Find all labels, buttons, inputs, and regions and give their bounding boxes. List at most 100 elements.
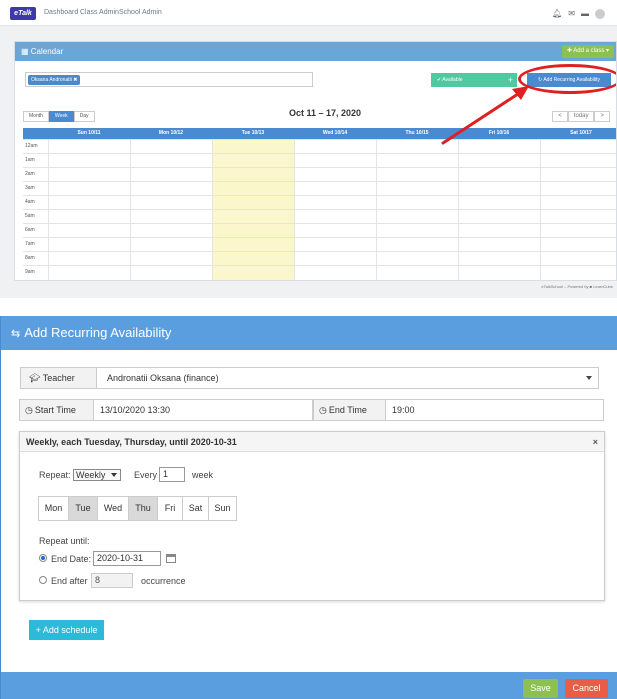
add-recurring-availability-modal: ⇆ Add Recurring Availability 🎓︎ Teacher A… [0, 316, 617, 699]
highlight-ellipse [518, 64, 616, 94]
every-interval-input[interactable]: 1 [159, 467, 185, 482]
bell-icon[interactable]: 🔔︎ [552, 10, 562, 18]
weekday-button-wed[interactable]: Wed [97, 496, 129, 521]
view-week-button[interactable]: Week [48, 111, 74, 122]
screenshot-root: eTalk Dashboard Class Admin School Admin… [0, 0, 617, 699]
time-label: 12am [25, 143, 38, 149]
envelope-icon[interactable]: ✉ [568, 10, 575, 18]
calendar-page: ▦ Calendar ✚ Add a class ▾ Oksana Andron… [0, 26, 617, 298]
repeat-icon: ⇆ [11, 328, 21, 340]
calendar-title: Calendar [30, 47, 64, 56]
weekday-button-tue[interactable]: Tue [68, 496, 98, 521]
day-header[interactable]: Sun 10/11 [48, 128, 130, 139]
time-label: 6am [25, 227, 35, 233]
time-slot-row[interactable]: 4am [23, 195, 616, 209]
weekday-button-fri[interactable]: Fri [157, 496, 183, 521]
powered-by-text: eTalkSchool – Powered by ■ LearnCube [541, 284, 613, 289]
time-label: 9am [25, 269, 35, 275]
calendar-icon: ▦ [21, 47, 31, 56]
save-button[interactable]: Save [523, 679, 558, 698]
day-header[interactable]: Mon 10/12 [130, 128, 212, 139]
calendar-picker-icon[interactable] [166, 554, 176, 563]
etalk-logo[interactable]: eTalk [10, 7, 36, 20]
day-header[interactable]: Thu 10/15 [376, 128, 458, 139]
time-slot-row[interactable]: 8am [23, 251, 616, 265]
time-slot-row[interactable]: 3am [23, 181, 616, 195]
nav-school-admin[interactable]: School Admin [119, 9, 162, 16]
start-time-label-text: Start Time [34, 405, 76, 415]
time-slot-row[interactable]: 2am [23, 167, 616, 181]
end-time-value: 19:00 [392, 405, 415, 415]
repeat-label: Repeat: [39, 470, 71, 480]
teacher-filter-input[interactable]: Oksana Andronatii ✖ [25, 72, 313, 87]
graduation-cap-icon: 🎓︎ [29, 373, 43, 383]
end-after-label: End after [51, 576, 88, 586]
end-time-field[interactable]: ◷ End Time 19:00 [313, 399, 604, 421]
view-month-button[interactable]: Month [23, 111, 49, 122]
time-label: 3am [25, 185, 35, 191]
end-time-label: ◷ End Time [314, 400, 386, 420]
time-label: 4am [25, 199, 35, 205]
week-grid: Sun 10/11 Mon 10/12 Tue 10/13 Wed 10/14 Thu … [23, 128, 616, 280]
close-icon[interactable]: × [593, 432, 598, 452]
modal-footer: Save Cancel [1, 672, 617, 699]
end-time-label-text: End Time [328, 405, 367, 415]
end-date-radio[interactable] [39, 554, 47, 562]
teacher-value: Andronatii Oksana (finance) [107, 373, 219, 383]
every-unit-label: week [192, 470, 214, 480]
add-schedule-button[interactable]: + Add schedule [29, 620, 104, 640]
nav-class-admin[interactable]: Class Admin [80, 9, 119, 16]
every-label: Every [134, 470, 158, 480]
calendar-nav: < today > [552, 111, 610, 122]
teacher-select[interactable]: 🎓︎ Teacher Andronatii Oksana (finance) [20, 367, 599, 389]
weekday-button-sun[interactable]: Sun [208, 496, 237, 521]
day-header[interactable]: Tue 10/13 [212, 128, 294, 139]
occurrence-label: occurrence [141, 576, 186, 586]
available-plus-icon[interactable]: + [508, 73, 513, 87]
calendar-panel: ▦ Calendar ✚ Add a class ▾ Oksana Andron… [14, 41, 617, 281]
weekday-button-mon[interactable]: Mon [38, 496, 69, 521]
top-navbar: eTalk Dashboard Class Admin School Admin… [0, 0, 617, 26]
time-slot-row[interactable]: 1am [23, 153, 616, 167]
day-header[interactable]: Wed 10/14 [294, 128, 376, 139]
chevron-down-icon [111, 473, 117, 477]
add-class-button[interactable]: ✚ Add a class ▾ [561, 45, 614, 58]
time-label: 5am [25, 213, 35, 219]
weekday-button-sat[interactable]: Sat [182, 496, 209, 521]
time-slot-row[interactable]: 6am [23, 223, 616, 237]
start-time-label: ◷ Start Time [20, 400, 94, 420]
repeat-frequency-value: Weekly [76, 470, 106, 480]
clock-icon: ◷ [319, 405, 327, 415]
calendar-panel-header: ▦ Calendar ✚ Add a class ▾ [15, 42, 616, 61]
today-button[interactable]: today [567, 111, 595, 122]
avatar[interactable] [595, 9, 605, 19]
clock-icon: ◷ [25, 405, 33, 415]
recurrence-summary: Weekly, each Tuesday, Thursday, until 20… [20, 432, 604, 452]
next-week-button[interactable]: > [594, 111, 610, 122]
chevron-down-icon[interactable] [586, 376, 592, 380]
cancel-button[interactable]: Cancel [565, 679, 608, 698]
day-header[interactable]: Sat 10/17 [540, 128, 616, 139]
card-icon[interactable]: ▬ [581, 10, 589, 18]
time-slot-row[interactable]: 5am [23, 209, 616, 223]
recurrence-panel: Weekly, each Tuesday, Thursday, until 20… [19, 431, 605, 601]
end-after-input[interactable]: 8 [91, 573, 133, 588]
end-after-radio[interactable] [39, 576, 47, 584]
start-time-value: 13/10/2020 13:30 [100, 405, 171, 415]
day-header[interactable]: Fri 10/16 [458, 128, 540, 139]
time-slot-row[interactable]: 9am [23, 265, 616, 279]
teacher-filter-tag[interactable]: Oksana Andronatii ✖ [28, 75, 81, 85]
repeat-frequency-select[interactable]: Weekly [73, 469, 121, 481]
available-button[interactable]: ✔ Available + [431, 73, 517, 87]
time-label: 1am [25, 157, 35, 163]
prev-week-button[interactable]: < [552, 111, 568, 122]
nav-dashboard[interactable]: Dashboard [44, 9, 78, 16]
time-slot-row[interactable]: 7am [23, 237, 616, 251]
end-date-input[interactable]: 2020-10-31 [93, 551, 161, 566]
available-label: ✔ Available [437, 77, 463, 83]
view-day-button[interactable]: Day [73, 111, 95, 122]
modal-header: ⇆ Add Recurring Availability [1, 316, 617, 350]
weekday-button-thu[interactable]: Thu [128, 496, 158, 521]
time-slot-row[interactable]: 12am [23, 139, 616, 153]
start-time-field[interactable]: ◷ Start Time 13/10/2020 13:30 [19, 399, 313, 421]
